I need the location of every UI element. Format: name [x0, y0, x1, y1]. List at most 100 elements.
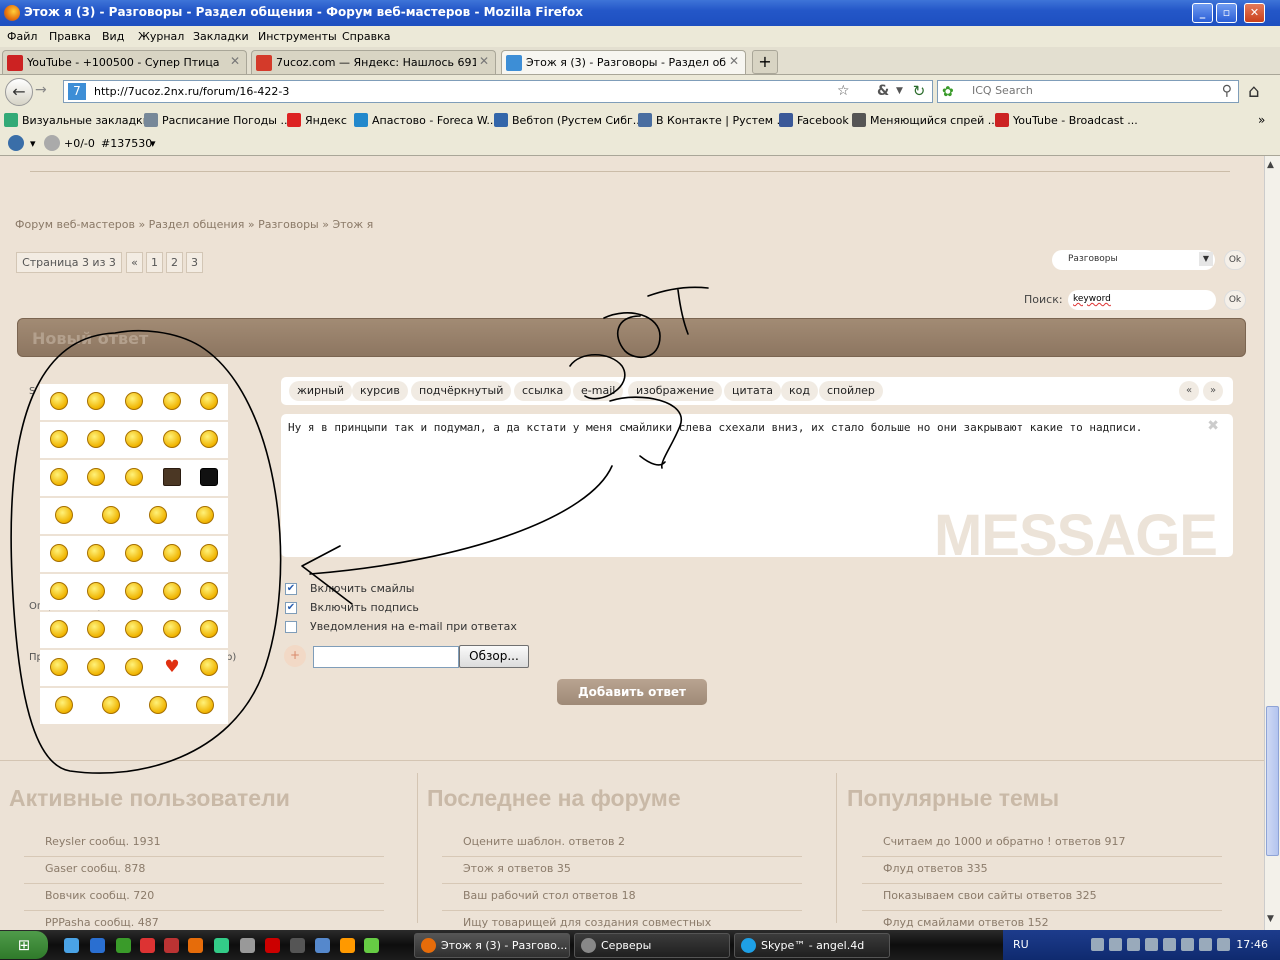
smiley-icon[interactable] — [196, 696, 214, 714]
file-input[interactable] — [313, 646, 459, 668]
tray-icon[interactable] — [1109, 938, 1122, 951]
smiley-icon[interactable]: ♥ — [163, 658, 181, 676]
enable-signature-checkbox[interactable]: ✔ — [285, 602, 297, 614]
list-item[interactable]: Оцените шаблон. ответов 2 — [442, 833, 802, 857]
vertical-scrollbar[interactable]: ▲ ▼ — [1264, 156, 1280, 930]
forward-button[interactable]: → — [35, 82, 47, 98]
dropdown-icon[interactable]: ▼ — [896, 86, 903, 96]
search-input[interactable] — [972, 84, 1202, 97]
smiley-icon[interactable] — [125, 392, 143, 410]
smiley-icon[interactable] — [200, 582, 218, 600]
scroll-up-icon[interactable]: ▲ — [1267, 160, 1274, 170]
bbcode-bold-button[interactable]: жирный — [289, 381, 353, 401]
bookmarks-overflow-icon[interactable]: » — [1258, 113, 1265, 127]
forum-search-input[interactable]: keyword — [1068, 290, 1216, 310]
search-icon[interactable]: ⚲ — [1222, 83, 1232, 99]
list-item[interactable]: PPPasha сообщ. 487 — [24, 914, 384, 930]
smiley-icon[interactable] — [163, 430, 181, 448]
smiley-icon[interactable] — [125, 582, 143, 600]
smiley-icon[interactable] — [87, 620, 105, 638]
smiley-icon[interactable] — [200, 430, 218, 448]
quicklaunch-icon[interactable] — [116, 938, 131, 953]
browse-button[interactable]: Обзор... — [459, 645, 529, 668]
bookmark-vkontakte[interactable]: В Контакте | Рустем ... — [638, 113, 787, 127]
smiley-icon[interactable] — [50, 468, 68, 486]
bookmark-foreca[interactable]: Апастово - Foreca W... — [354, 113, 497, 127]
smiley-icon[interactable] — [163, 392, 181, 410]
language-indicator[interactable]: RU — [1013, 938, 1029, 951]
menu-help[interactable]: Справка — [342, 30, 390, 43]
bookmark-webtop[interactable]: Вебтоп (Рустем Сибг... — [494, 113, 643, 127]
scroll-thumb[interactable] — [1266, 706, 1279, 856]
list-item[interactable]: Gaser сообщ. 878 — [24, 860, 384, 884]
quicklaunch-icon[interactable] — [164, 938, 179, 953]
clear-icon[interactable]: ✖ — [1207, 418, 1219, 434]
smiley-icon[interactable] — [163, 582, 181, 600]
smiley-icon[interactable] — [50, 582, 68, 600]
smiley-icon[interactable] — [50, 658, 68, 676]
bookmark-youtube[interactable]: YouTube - Broadcast ... — [995, 113, 1138, 127]
list-item[interactable]: Флуд смайлами ответов 152 — [862, 914, 1222, 930]
search-box[interactable]: ✿ ⚲ — [937, 80, 1239, 103]
tray-icon[interactable] — [1127, 938, 1140, 951]
smiley-icon[interactable] — [125, 430, 143, 448]
submit-reply-button[interactable]: Добавить ответ — [557, 679, 707, 705]
tab-close-icon[interactable]: ✕ — [230, 54, 240, 68]
bookmark-yandex[interactable]: Яндекс — [287, 113, 347, 127]
smiley-icon[interactable] — [50, 392, 68, 410]
smiley-icon[interactable] — [200, 658, 218, 676]
email-notify-checkbox[interactable] — [285, 621, 297, 633]
tray-icon[interactable] — [1217, 938, 1230, 951]
smiley-icon[interactable] — [102, 696, 120, 714]
ie-icon[interactable] — [90, 938, 105, 953]
bbcode-quote-button[interactable]: цитата — [724, 381, 781, 401]
bbcode-prev-button[interactable]: « — [1179, 381, 1199, 401]
url-bar[interactable]: 7 http://7ucoz.2nx.ru/forum/16-422-3 ☆ &… — [63, 80, 933, 103]
list-item[interactable]: Ищу товарищей для создания совместных — [442, 914, 802, 930]
smiley-icon[interactable] — [200, 620, 218, 638]
smiley-icon[interactable] — [163, 468, 181, 486]
bookmark-weather[interactable]: Расписание Погоды ... — [144, 113, 291, 127]
quicklaunch-icon[interactable] — [290, 938, 305, 953]
bbcode-link-button[interactable]: ссылка — [514, 381, 572, 401]
add-attachment-button[interactable]: + — [284, 645, 306, 667]
menu-tools[interactable]: Инструменты — [258, 30, 337, 43]
tray-icon[interactable] — [1091, 938, 1104, 951]
forum-jump-select[interactable]: Разговоры ▼ — [1052, 250, 1215, 270]
smiley-icon[interactable] — [87, 544, 105, 562]
page-link[interactable]: 3 — [186, 252, 203, 273]
bbcode-next-button[interactable]: » — [1203, 381, 1223, 401]
quicklaunch-icon[interactable] — [364, 938, 379, 953]
addon-icon[interactable] — [8, 135, 24, 151]
bbcode-spoiler-button[interactable]: спойлер — [819, 381, 883, 401]
bbcode-image-button[interactable]: изображение — [628, 381, 723, 401]
page-link[interactable]: 1 — [146, 252, 163, 273]
menu-edit[interactable]: Правка — [49, 30, 91, 43]
close-button[interactable]: ✕ — [1244, 3, 1265, 23]
smiley-icon[interactable] — [149, 696, 167, 714]
smiley-icon[interactable] — [55, 696, 73, 714]
smiley-icon[interactable] — [196, 506, 214, 524]
menu-file[interactable]: Файл — [7, 30, 37, 43]
bbcode-underline-button[interactable]: подчёркнутый — [411, 381, 512, 401]
smiley-icon[interactable] — [200, 392, 218, 410]
tab-youtube[interactable]: YouTube - +100500 - Супер Птица ✕ — [2, 50, 247, 74]
menu-view[interactable]: Вид — [102, 30, 124, 43]
smiley-icon[interactable] — [87, 468, 105, 486]
bookmark-facebook[interactable]: Facebook — [779, 113, 849, 127]
smiley-icon[interactable] — [55, 506, 73, 524]
bookmark-visual[interactable]: Визуальные закладки — [4, 113, 150, 127]
chrome-icon[interactable] — [214, 938, 229, 953]
smiley-icon[interactable] — [200, 468, 218, 486]
tab-forum[interactable]: Этож я (3) - Разговоры - Раздел обще… ✕ — [501, 50, 746, 74]
smiley-icon[interactable] — [87, 430, 105, 448]
start-button[interactable]: ⊞ — [0, 931, 48, 959]
jump-ok-button[interactable]: Ok — [1224, 250, 1246, 270]
list-item[interactable]: Флуд ответов 335 — [862, 860, 1222, 884]
home-icon[interactable]: ⌂ — [1248, 81, 1259, 102]
smiley-icon[interactable] — [125, 658, 143, 676]
list-item[interactable]: Reysler сообщ. 1931 — [24, 833, 384, 857]
minimize-button[interactable]: _ — [1192, 3, 1213, 23]
smiley-icon[interactable] — [87, 392, 105, 410]
bookmark-spray[interactable]: Меняющийся спрей ... — [852, 113, 998, 127]
